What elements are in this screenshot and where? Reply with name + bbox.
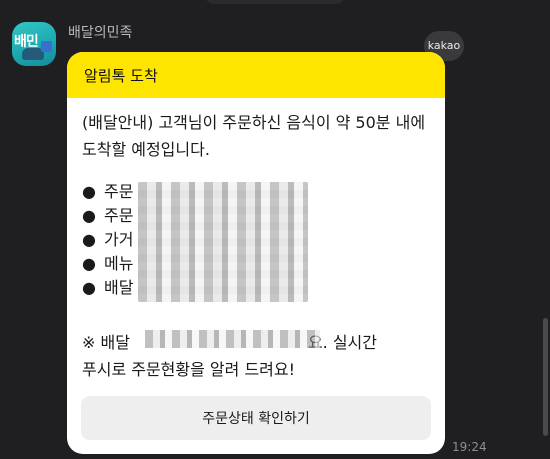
notice-line-2: 푸시로 주문현황을 알려 드려요! (82, 360, 296, 379)
scrollbar[interactable] (543, 318, 548, 436)
sender-avatar[interactable]: 배민 (12, 22, 56, 66)
top-pill-decoration (205, 0, 345, 4)
bullet-icon: ● (82, 278, 96, 297)
message-text: (배달안내) 고객님이 주문하신 음식이 약 50분 내에 도착할 예정입니다. (82, 113, 426, 159)
bullet-icon: ● (82, 182, 96, 201)
bullet-icon: ● (82, 230, 96, 249)
card-header-title: 알림톡 도착 (84, 66, 158, 85)
message-timestamp: 19:24 (452, 440, 487, 454)
pixelated-redaction (138, 182, 308, 302)
list-item-label: 주문 (104, 206, 134, 225)
list-item-label: 배달 (104, 278, 134, 297)
pixelated-redaction (145, 330, 320, 348)
sender-name: 배달의민족 (68, 25, 133, 41)
list-item-label: 가거 (104, 230, 134, 249)
order-status-button[interactable]: 주문상태 확인하기 (81, 396, 431, 440)
delivery-box-icon (41, 41, 52, 52)
bullet-icon: ● (82, 206, 96, 225)
list-item-label: 메뉴 (104, 254, 134, 273)
card-header: 알림톡 도착 (67, 52, 445, 98)
bullet-icon: ● (82, 254, 96, 273)
list-item-label: 주문 (104, 182, 134, 201)
notice-prefix: ※ 배달 (82, 333, 130, 352)
